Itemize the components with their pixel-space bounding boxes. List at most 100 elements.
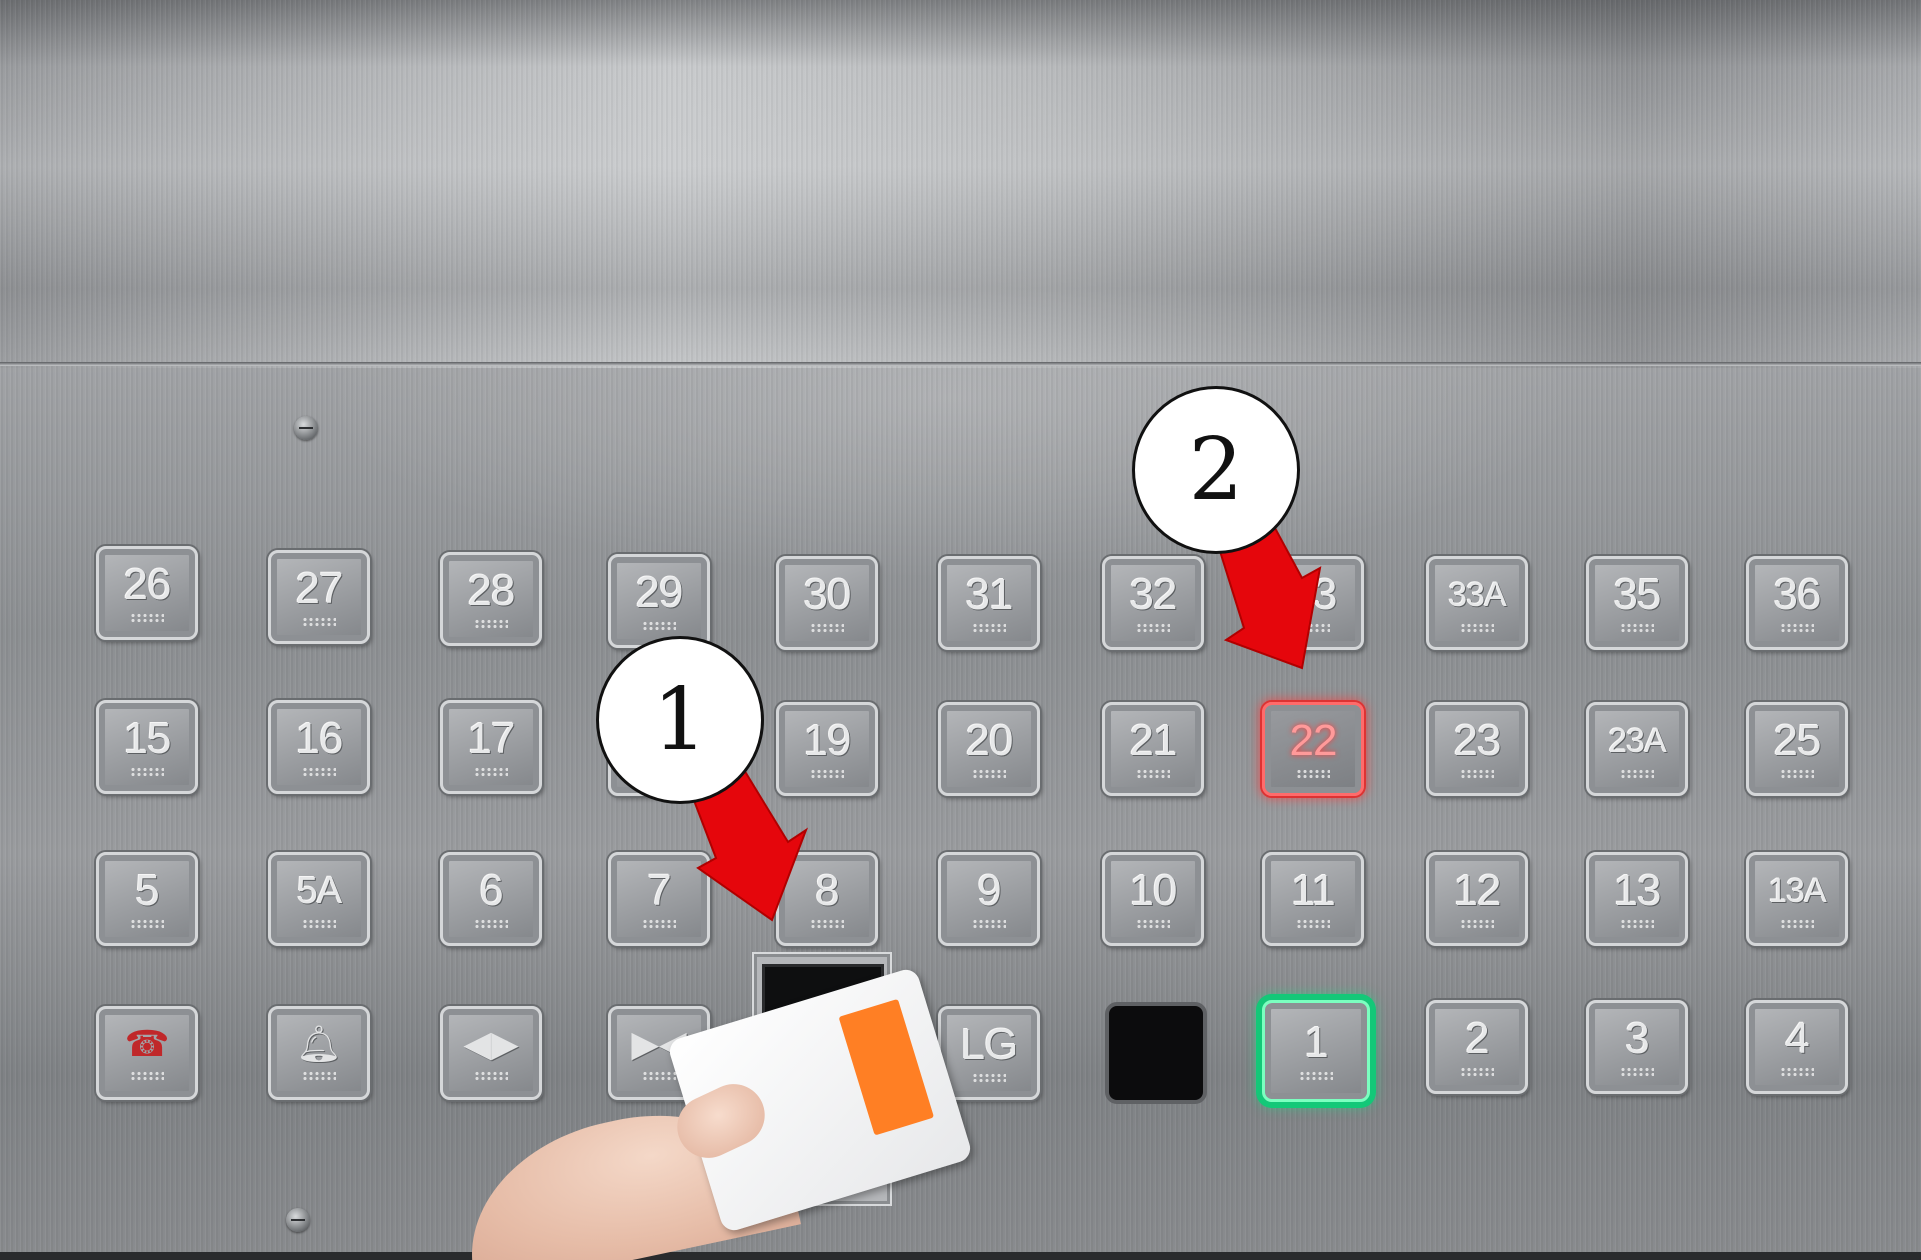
floor-button-8[interactable]: 8 — [776, 852, 878, 946]
floor-label: 1 — [1304, 1018, 1329, 1067]
step-2-callout: 2 — [1132, 386, 1300, 554]
floor-button-33[interactable]: 33 — [1262, 556, 1364, 650]
floor-button-12[interactable]: 12 — [1426, 852, 1528, 946]
floor-label: 13A — [1768, 872, 1826, 910]
floor-button-1-current[interactable]: 1 — [1262, 1000, 1370, 1102]
floor-button-3[interactable]: 3 — [1586, 1000, 1688, 1094]
braille-dots — [474, 919, 508, 929]
emergency-phone-button[interactable]: ☎ — [96, 1006, 198, 1100]
floor-button-28[interactable]: 28 — [440, 552, 542, 646]
floor-button-6[interactable]: 6 — [440, 852, 542, 946]
braille-dots — [810, 769, 844, 779]
floor-label: 23A — [1608, 722, 1666, 760]
floor-button-27[interactable]: 27 — [268, 550, 370, 644]
braille-dots — [810, 919, 844, 929]
floor-label: 15 — [123, 714, 172, 763]
floor-label: 11 — [1291, 866, 1336, 915]
bottom-edge — [0, 1252, 1921, 1260]
braille-dots — [474, 767, 508, 777]
braille-dots — [1460, 919, 1494, 929]
floor-label: 23 — [1453, 716, 1502, 765]
braille-dots — [130, 613, 164, 623]
braille-dots — [130, 767, 164, 777]
floor-label: 5 — [135, 866, 160, 915]
braille-dots — [1620, 623, 1654, 633]
floor-label: 10 — [1129, 866, 1178, 915]
floor-button-7[interactable]: 7 — [608, 852, 710, 946]
floor-label: 30 — [803, 570, 852, 619]
floor-button-16[interactable]: 16 — [268, 700, 370, 794]
braille-dots — [474, 619, 508, 629]
floor-button-25[interactable]: 25 — [1746, 702, 1848, 796]
floor-label: 29 — [635, 568, 684, 617]
floor-label: 12 — [1453, 866, 1502, 915]
floor-label: 22 — [1289, 716, 1338, 765]
floor-button-lg[interactable]: LG — [938, 1006, 1040, 1100]
braille-dots — [1296, 919, 1330, 929]
floor-button-5a[interactable]: 5A — [268, 852, 370, 946]
braille-dots — [972, 623, 1006, 633]
floor-label: 16 — [295, 714, 344, 763]
floor-button-21[interactable]: 21 — [1102, 702, 1204, 796]
floor-label: 26 — [123, 560, 172, 609]
floor-button-13[interactable]: 13 — [1586, 852, 1688, 946]
door-open-button[interactable]: ◀▶ — [440, 1006, 542, 1100]
braille-dots — [642, 621, 676, 631]
blank-sensor-pad — [1105, 1002, 1207, 1104]
floor-label: 31 — [965, 570, 1014, 619]
floor-button-13a[interactable]: 13A — [1746, 852, 1848, 946]
floor-button-2[interactable]: 2 — [1426, 1000, 1528, 1094]
braille-dots — [1296, 769, 1330, 779]
floor-button-11[interactable]: 11 — [1262, 852, 1364, 946]
floor-label: 19 — [803, 716, 852, 765]
braille-dots — [1460, 769, 1494, 779]
floor-button-30[interactable]: 30 — [776, 556, 878, 650]
floor-label: 7 — [647, 866, 672, 915]
floor-button-17[interactable]: 17 — [440, 700, 542, 794]
floor-button-5[interactable]: 5 — [96, 852, 198, 946]
floor-button-9[interactable]: 9 — [938, 852, 1040, 946]
floor-label: 8 — [815, 866, 840, 915]
floor-button-15[interactable]: 15 — [96, 700, 198, 794]
floor-button-10[interactable]: 10 — [1102, 852, 1204, 946]
floor-button-26[interactable]: 26 — [96, 546, 198, 640]
floor-button-4[interactable]: 4 — [1746, 1000, 1848, 1094]
floor-label: 25 — [1773, 716, 1822, 765]
floor-label: 35 — [1613, 570, 1662, 619]
floor-label: LG — [960, 1020, 1019, 1069]
floor-label: 13 — [1613, 866, 1662, 915]
braille-dots — [302, 617, 336, 627]
floor-label: 6 — [479, 866, 504, 915]
floor-button-36[interactable]: 36 — [1746, 556, 1848, 650]
floor-button-20[interactable]: 20 — [938, 702, 1040, 796]
bell-icon: 🔔︎ — [296, 1024, 342, 1065]
braille-dots — [642, 919, 676, 929]
floor-button-31[interactable]: 31 — [938, 556, 1040, 650]
screw-icon — [294, 416, 318, 440]
door-open-icon: ◀▶ — [463, 1024, 519, 1065]
floor-button-22-selected[interactable]: 22 — [1262, 702, 1364, 796]
braille-dots — [1299, 1071, 1333, 1081]
braille-dots — [1780, 769, 1814, 779]
braille-dots — [130, 1071, 164, 1081]
floor-button-23[interactable]: 23 — [1426, 702, 1528, 796]
braille-dots — [1780, 623, 1814, 633]
panel-seam — [0, 362, 1921, 366]
floor-button-35[interactable]: 35 — [1586, 556, 1688, 650]
braille-dots — [302, 1071, 336, 1081]
floor-button-23a[interactable]: 23A — [1586, 702, 1688, 796]
floor-button-32[interactable]: 32 — [1102, 556, 1204, 650]
floor-button-29[interactable]: 29 — [608, 554, 710, 648]
braille-dots — [1460, 1067, 1494, 1077]
alarm-bell-button[interactable]: 🔔︎ — [268, 1006, 370, 1100]
braille-dots — [642, 1071, 676, 1081]
floor-label: 5A — [296, 870, 342, 912]
floor-button-33a[interactable]: 33A — [1426, 556, 1528, 650]
floor-button-19[interactable]: 19 — [776, 702, 878, 796]
braille-dots — [1620, 1067, 1654, 1077]
screw-icon — [286, 1208, 310, 1232]
floor-label: 36 — [1773, 570, 1822, 619]
step-1-callout: 1 — [596, 636, 764, 804]
floor-label: 9 — [977, 866, 1002, 915]
braille-dots — [474, 1071, 508, 1081]
